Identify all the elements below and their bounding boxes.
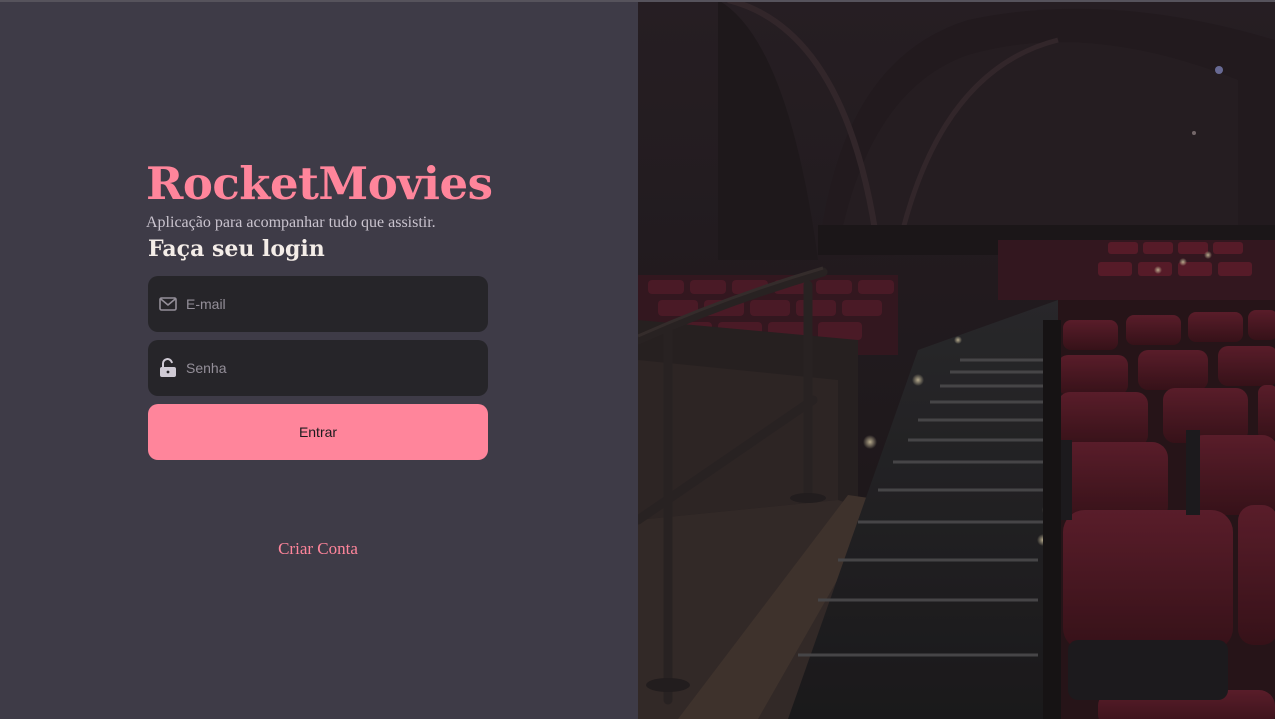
window-top-border <box>0 0 1275 2</box>
create-account-link[interactable]: Criar Conta <box>148 538 488 560</box>
login-button[interactable]: Entrar <box>148 404 488 460</box>
hero-image <box>638 0 1275 719</box>
password-field[interactable] <box>148 340 488 396</box>
mail-icon <box>158 294 178 314</box>
password-input[interactable] <box>186 340 488 396</box>
login-heading: Faça seu login <box>148 236 325 262</box>
login-panel: RocketMovies Aplicação para acompanhar t… <box>0 0 638 719</box>
cinema-theater-seats-photo <box>638 0 1275 719</box>
brand-title: RocketMovies <box>146 157 493 210</box>
login-page: RocketMovies Aplicação para acompanhar t… <box>0 0 1275 719</box>
brand-tagline: Aplicação para acompanhar tudo que assis… <box>146 214 436 231</box>
email-field[interactable] <box>148 276 488 332</box>
unlock-icon <box>158 358 178 378</box>
email-input[interactable] <box>186 276 488 332</box>
